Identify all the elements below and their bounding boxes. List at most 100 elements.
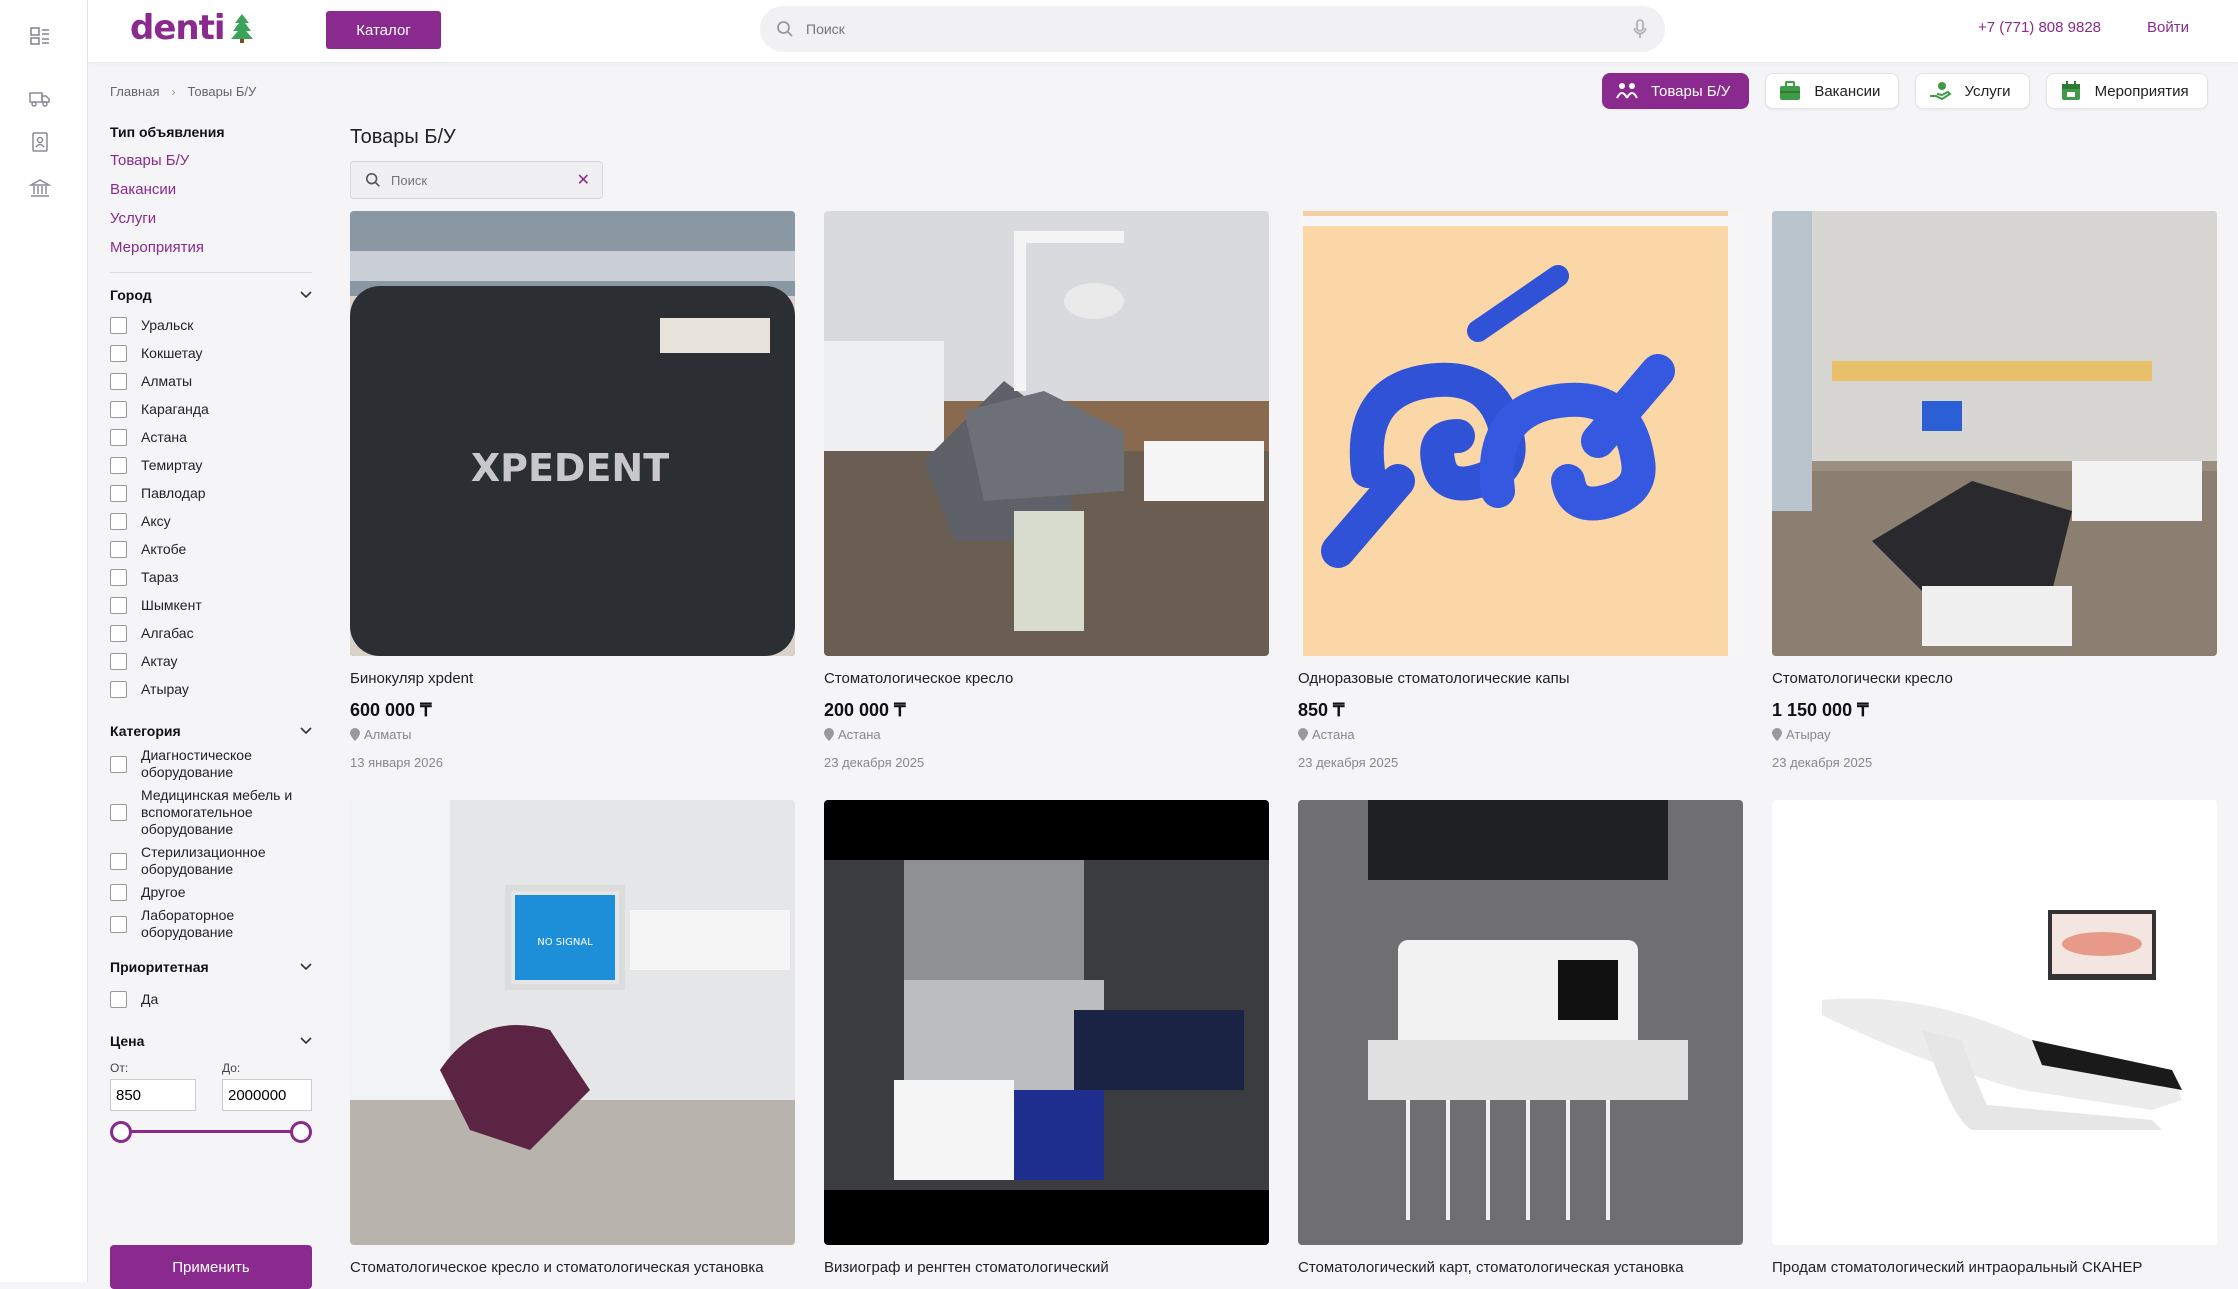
- checkbox[interactable]: [110, 316, 127, 334]
- listing-card[interactable]: Стоматологическое кресло 200 000 ₸ Астан…: [824, 211, 1269, 770]
- type-link-events[interactable]: Мероприятия: [110, 239, 312, 256]
- checkbox[interactable]: [110, 915, 127, 933]
- city-option[interactable]: Актобе: [110, 535, 312, 563]
- city-option[interactable]: Павлодар: [110, 479, 312, 507]
- listing-image[interactable]: [1772, 800, 2217, 1245]
- hand-icon: [1928, 79, 1953, 103]
- listing-date: 23 декабря 2025: [1772, 755, 1873, 770]
- price-slider[interactable]: [110, 1121, 312, 1143]
- type-link-services[interactable]: Услуги: [110, 210, 312, 227]
- checkbox[interactable]: [110, 568, 127, 586]
- checkbox[interactable]: [110, 884, 127, 901]
- slider-max-handle[interactable]: [290, 1121, 312, 1143]
- list-icon[interactable]: [28, 24, 52, 48]
- listing-image[interactable]: XPEDENT: [350, 211, 795, 656]
- city-option[interactable]: Темиртау: [110, 451, 312, 479]
- city-option[interactable]: Аксу: [110, 507, 312, 535]
- catalog-button[interactable]: Каталог: [326, 11, 441, 49]
- listing-search-input[interactable]: [389, 171, 577, 189]
- city-option[interactable]: Астана: [110, 423, 312, 451]
- city-option[interactable]: Атырау: [110, 675, 312, 703]
- listing-image[interactable]: [1772, 211, 2217, 656]
- category-option[interactable]: Другое: [110, 884, 312, 901]
- price-from-input[interactable]: [110, 1079, 196, 1111]
- pill-used-goods[interactable]: Товары Б/У: [1602, 73, 1750, 109]
- listing-search[interactable]: ✕: [350, 161, 603, 199]
- checkbox[interactable]: [110, 680, 127, 698]
- city-option[interactable]: Кокшетау: [110, 339, 312, 367]
- checkbox[interactable]: [110, 755, 127, 773]
- listing-image[interactable]: NO SIGNAL: [350, 800, 795, 1245]
- city-option[interactable]: Алматы: [110, 367, 312, 395]
- category-option[interactable]: Стерилизационное оборудование: [110, 844, 312, 878]
- city-option[interactable]: Уральск: [110, 311, 312, 339]
- listing-image[interactable]: [1298, 211, 1743, 656]
- city-option[interactable]: Караганда: [110, 395, 312, 423]
- checkbox[interactable]: [110, 428, 127, 446]
- clear-icon[interactable]: ✕: [577, 170, 590, 190]
- header-search-input[interactable]: [804, 20, 1633, 38]
- checkbox[interactable]: [110, 456, 127, 474]
- listing-city: Атырау: [1772, 727, 2217, 742]
- listing-title[interactable]: Стоматологически кресло: [1772, 670, 2217, 687]
- type-link-used-goods[interactable]: Товары Б/У: [110, 152, 312, 169]
- checkbox[interactable]: [110, 540, 127, 558]
- bank-icon[interactable]: [28, 176, 52, 200]
- listing-card[interactable]: XPEDENT Бинокуляр xpdent 600 000 ₸ Алмат…: [350, 211, 795, 770]
- contacts-icon[interactable]: [28, 130, 52, 154]
- pill-services[interactable]: Услуги: [1915, 73, 2030, 109]
- checkbox[interactable]: [110, 624, 127, 642]
- pill-vacancies[interactable]: Вакансии: [1765, 73, 1900, 109]
- city-option[interactable]: Алгабас: [110, 619, 312, 647]
- apply-button[interactable]: Применить: [110, 1245, 312, 1289]
- slider-min-handle[interactable]: [110, 1121, 132, 1143]
- city-option[interactable]: Актау: [110, 647, 312, 675]
- microphone-icon[interactable]: [1633, 19, 1647, 39]
- category-filter-header[interactable]: Категория: [110, 723, 312, 739]
- category-option[interactable]: Диагностическое оборудование: [110, 747, 312, 781]
- listing-title[interactable]: Одноразовые стоматологические капы: [1298, 670, 1743, 687]
- login-link[interactable]: Войти: [2147, 19, 2189, 36]
- checkbox[interactable]: [110, 652, 127, 670]
- listing-card[interactable]: Стоматологически кресло 1 150 000 ₸ Атыр…: [1772, 211, 2217, 770]
- listing-title[interactable]: Продам стоматологический интраоральный С…: [1772, 1259, 2217, 1276]
- type-link-vacancies[interactable]: Вакансии: [110, 181, 312, 198]
- header-search[interactable]: [760, 6, 1665, 52]
- checkbox[interactable]: [110, 344, 127, 362]
- listing-card[interactable]: Одноразовые стоматологические капы 850 ₸…: [1298, 211, 1743, 770]
- city-option[interactable]: Тараз: [110, 563, 312, 591]
- category-option[interactable]: Лабораторное оборудование: [110, 907, 312, 941]
- listing-card[interactable]: Стоматологический карт, стоматологическа…: [1298, 800, 1743, 1276]
- checkbox[interactable]: [110, 990, 127, 1008]
- checkbox[interactable]: [110, 804, 127, 821]
- priority-option[interactable]: Да: [110, 985, 312, 1013]
- breadcrumb-home[interactable]: Главная: [110, 84, 159, 99]
- truck-icon[interactable]: [28, 86, 52, 110]
- category-option[interactable]: Медицинская мебель и вспомогательное обо…: [110, 787, 312, 838]
- pill-events[interactable]: Мероприятия: [2045, 73, 2208, 109]
- listing-card[interactable]: Продам стоматологический интраоральный С…: [1772, 800, 2217, 1276]
- city-filter-header[interactable]: Город: [110, 287, 312, 303]
- listing-title[interactable]: Бинокуляр xpdent: [350, 670, 795, 687]
- listing-title[interactable]: Стоматологическое кресло и стоматологиче…: [350, 1259, 795, 1276]
- listing-card[interactable]: NO SIGNAL Стоматологическое кресло и сто…: [350, 800, 795, 1276]
- checkbox[interactable]: [110, 400, 127, 418]
- checkbox[interactable]: [110, 372, 127, 390]
- phone-link[interactable]: +7 (771) 808 9828: [1978, 19, 2101, 36]
- logo[interactable]: denti: [130, 8, 255, 48]
- listing-card[interactable]: Визиограф и ренгтен стоматологический: [824, 800, 1269, 1276]
- checkbox[interactable]: [110, 852, 127, 870]
- price-filter-header[interactable]: Цена: [110, 1033, 312, 1049]
- listing-title[interactable]: Визиограф и ренгтен стоматологический: [824, 1259, 1269, 1276]
- checkbox[interactable]: [110, 596, 127, 614]
- priority-filter-header[interactable]: Приоритетная: [110, 959, 312, 975]
- price-to-input[interactable]: [222, 1079, 312, 1111]
- listing-title[interactable]: Стоматологический карт, стоматологическа…: [1298, 1259, 1743, 1276]
- listing-image[interactable]: [824, 800, 1269, 1245]
- listing-image[interactable]: [824, 211, 1269, 656]
- city-option[interactable]: Шымкент: [110, 591, 312, 619]
- listing-title[interactable]: Стоматологическое кресло: [824, 670, 1269, 687]
- checkbox[interactable]: [110, 512, 127, 530]
- listing-image[interactable]: [1298, 800, 1743, 1245]
- checkbox[interactable]: [110, 484, 127, 502]
